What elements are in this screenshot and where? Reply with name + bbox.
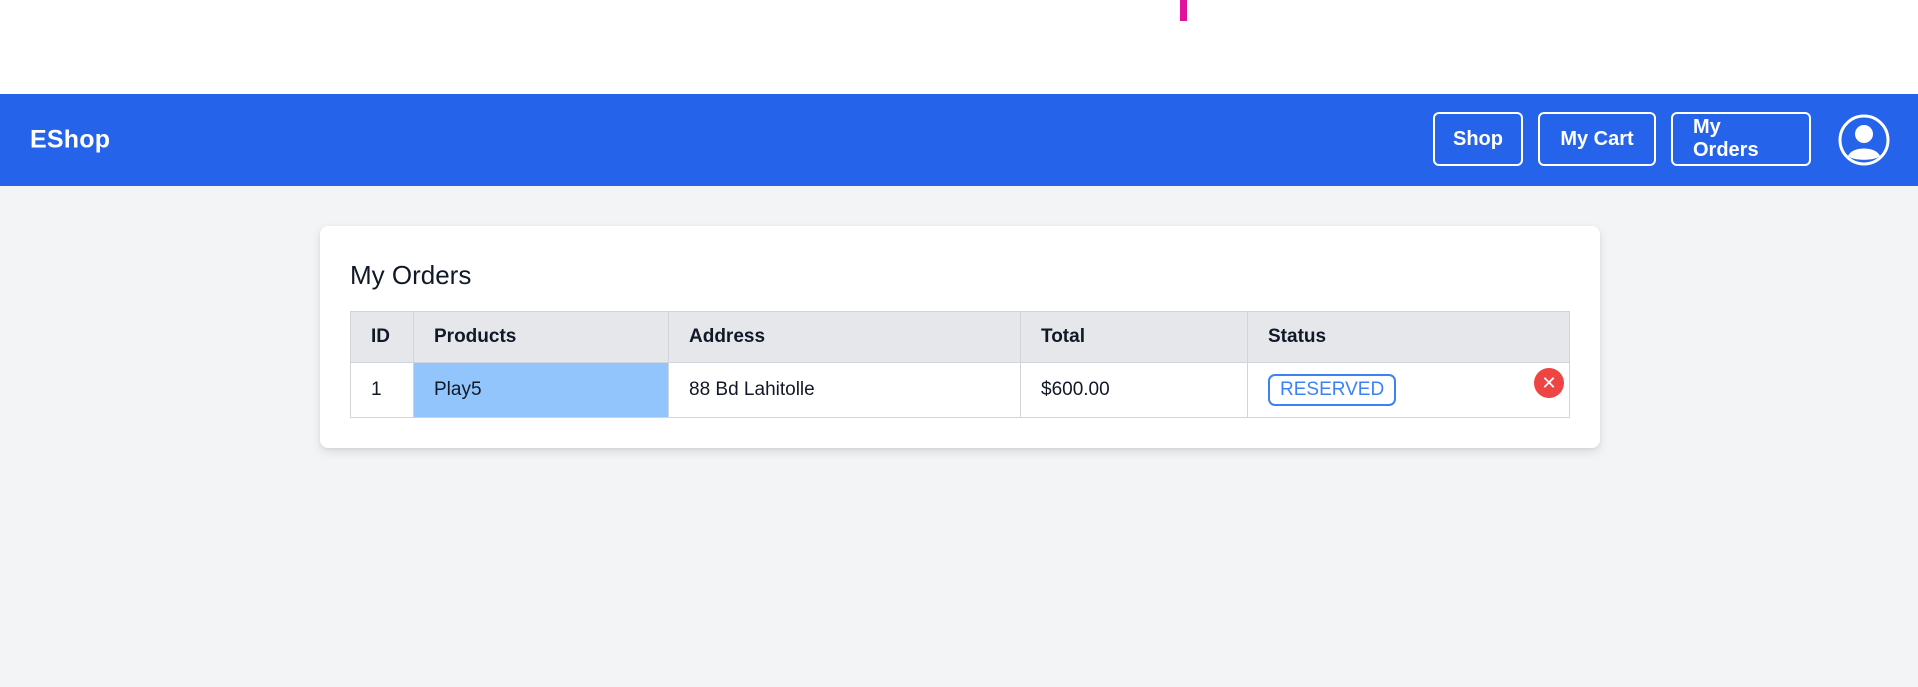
close-icon: ✕ [1541, 373, 1557, 393]
text-cursor-mark [1180, 0, 1187, 21]
column-header-id: ID [350, 311, 414, 363]
page-title: My Orders [350, 260, 472, 290]
table-header-row: ID Products Address Total Status [350, 311, 1570, 363]
cancel-order-button[interactable]: ✕ [1534, 368, 1564, 398]
column-header-products: Products [413, 311, 669, 363]
orders-card: My Orders ID Products Address Total Stat… [320, 226, 1600, 448]
order-status-cell: RESERVED ✕ [1247, 362, 1570, 418]
order-products-cell: Play5 [413, 362, 669, 418]
status-badge: RESERVED [1268, 374, 1397, 406]
shop-button[interactable]: Shop [1433, 112, 1523, 166]
top-white-strip [0, 0, 1918, 94]
order-total-cell: $600.00 [1020, 362, 1248, 418]
order-address-cell: 88 Bd Lahitolle [668, 362, 1021, 418]
column-header-status: Status [1247, 311, 1570, 363]
my-orders-button[interactable]: My Orders [1671, 112, 1811, 166]
table-row: 1 Play5 88 Bd Lahitolle $600.00 RESERVED… [350, 362, 1570, 418]
orders-table: ID Products Address Total Status 1 Play5… [350, 311, 1570, 418]
column-header-total: Total [1020, 311, 1248, 363]
navbar: EShop Shop My Cart My Orders [0, 94, 1918, 186]
my-cart-button[interactable]: My Cart [1538, 112, 1656, 166]
user-circle-icon[interactable] [1838, 114, 1890, 166]
nav-buttons: Shop My Cart My Orders [1433, 112, 1811, 166]
brand-logo[interactable]: EShop [30, 126, 110, 155]
column-header-address: Address [668, 311, 1021, 363]
order-id-cell: 1 [350, 362, 414, 418]
